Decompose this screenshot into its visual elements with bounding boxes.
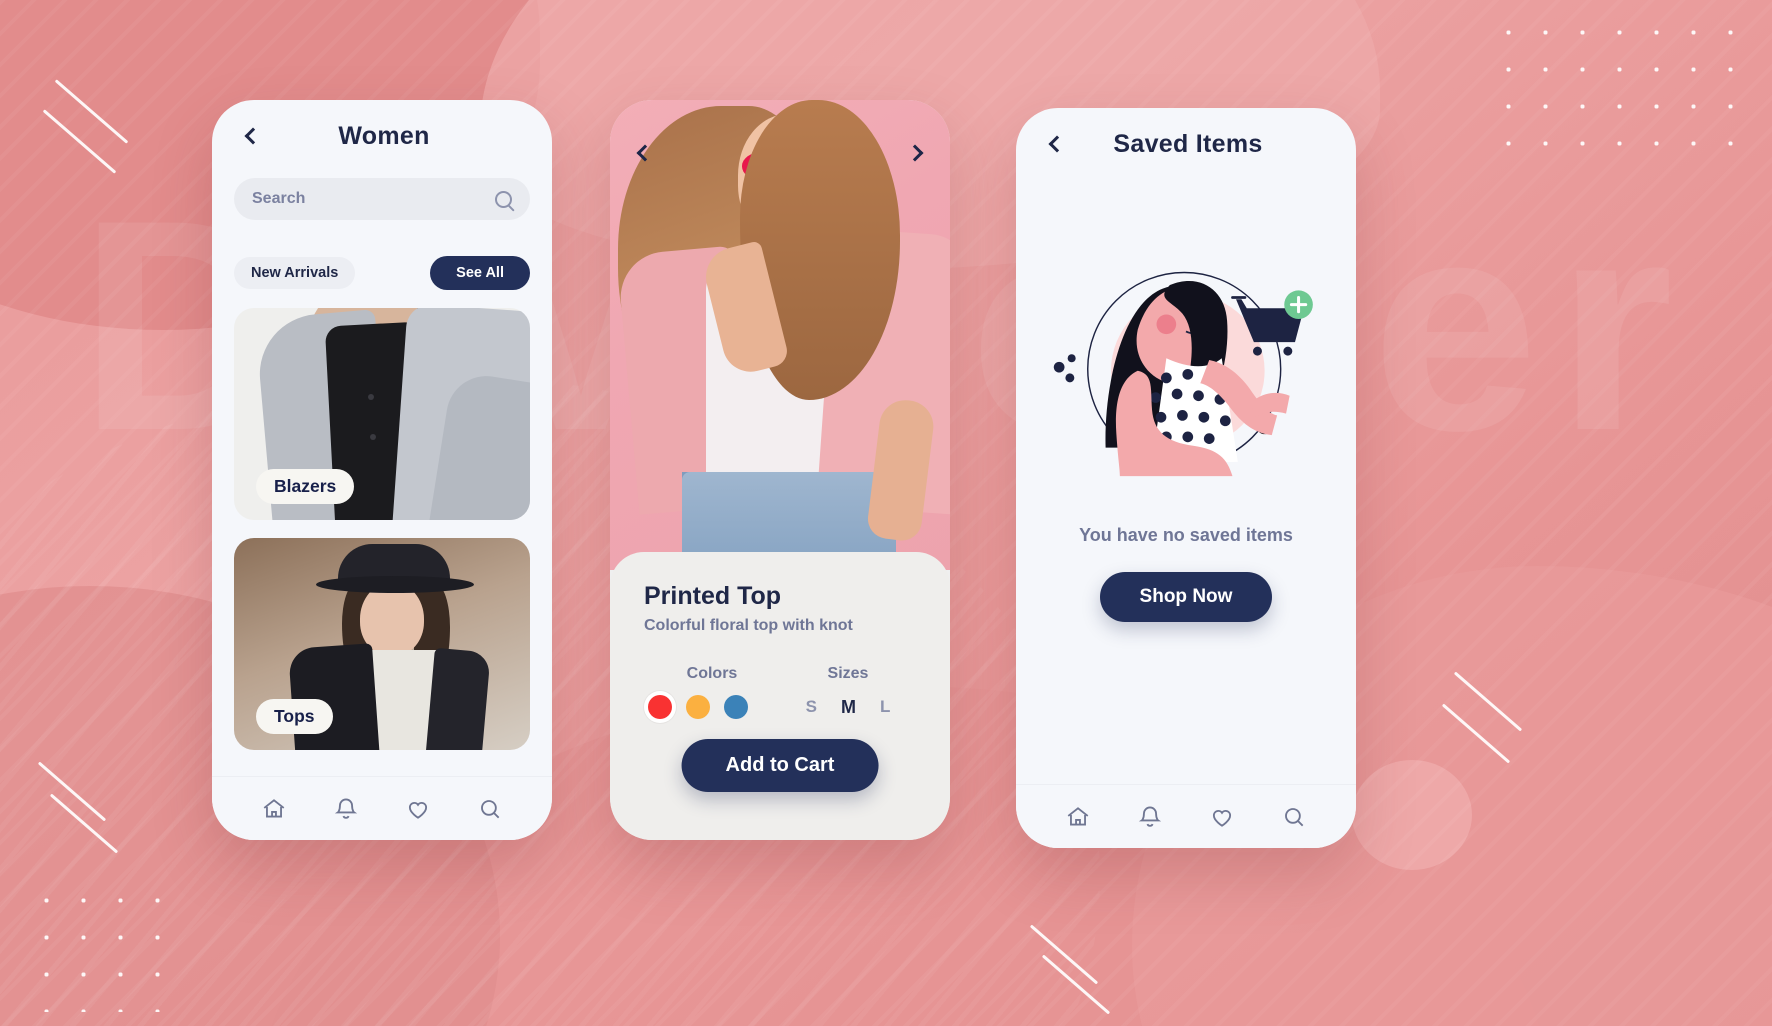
back-button[interactable]: [1040, 129, 1070, 159]
search-icon[interactable]: [1281, 804, 1307, 830]
phone3-header: Saved Items: [1016, 108, 1356, 180]
colors-option-group: Colors: [644, 665, 780, 719]
category-label: Blazers: [256, 469, 355, 504]
product-info-sheet: Printed Top Colorful floral top with kno…: [610, 552, 950, 840]
size-option-l[interactable]: L: [880, 697, 890, 718]
empty-state-message: You have no saved items: [1079, 525, 1293, 545]
category-card-tops[interactable]: Tops: [234, 538, 530, 750]
dot-grid-pattern-top-right: [1490, 14, 1750, 174]
dot-grid-pattern-bottom-left: [28, 882, 178, 1012]
hamburger-menu-icon[interactable]: [502, 121, 528, 151]
size-option-m[interactable]: M: [841, 697, 856, 718]
color-swatch-red[interactable]: [648, 695, 672, 719]
bottom-navigation-bar: [1016, 784, 1356, 848]
search-placeholder: Search: [252, 190, 306, 207]
gallery-next-button[interactable]: [900, 136, 934, 170]
product-name: Printed Top: [644, 582, 782, 610]
shop-now-button[interactable]: Shop Now: [1099, 572, 1273, 622]
bell-icon[interactable]: [333, 796, 359, 822]
phone-screen-saved-items: Saved Items You have no saved items Shop…: [1016, 108, 1356, 848]
section-header-row: New Arrivals See All: [234, 256, 530, 290]
phone-screen-women-category: Women Search New Arrivals See All Blazer…: [212, 100, 552, 840]
phone1-header: Women: [212, 100, 552, 172]
colors-label: Colors: [686, 665, 738, 682]
heart-icon[interactable]: [405, 796, 431, 822]
home-icon[interactable]: [1065, 804, 1091, 830]
color-swatch-blue[interactable]: [724, 695, 748, 719]
search-input[interactable]: Search: [234, 178, 530, 220]
page-title: Saved Items: [1113, 129, 1263, 158]
section-tab-new-arrivals[interactable]: New Arrivals: [234, 257, 356, 289]
category-label: Tops: [256, 699, 333, 734]
back-button[interactable]: [236, 121, 266, 151]
hamburger-menu-icon[interactable]: [1306, 129, 1332, 159]
category-card-blazers[interactable]: Blazers: [234, 308, 530, 520]
see-all-button[interactable]: See All: [430, 256, 530, 290]
home-icon[interactable]: [261, 796, 287, 822]
size-option-list: S M L: [780, 697, 916, 718]
bell-icon[interactable]: [1137, 804, 1163, 830]
gallery-prev-button[interactable]: [626, 136, 660, 170]
empty-state: You have no saved items Shop Now: [1016, 204, 1356, 784]
add-to-cart-button[interactable]: Add to Cart: [681, 739, 879, 792]
phone-screen-product-detail: </> Mr. Mobile App Developer Printed Top…: [610, 100, 950, 840]
product-subtitle: Colorful floral top with knot: [644, 617, 853, 634]
color-swatch-list: [644, 695, 780, 719]
color-swatch-amber[interactable]: [686, 695, 710, 719]
sizes-label: Sizes: [827, 665, 869, 682]
bottom-navigation-bar: [212, 776, 552, 840]
size-option-s[interactable]: S: [806, 697, 817, 718]
heart-icon[interactable]: [1209, 804, 1235, 830]
search-icon[interactable]: [477, 796, 503, 822]
product-options-row: Colors Sizes S M L: [644, 665, 916, 719]
product-image-gallery[interactable]: </> Mr. Mobile App Developer: [610, 100, 950, 570]
search-icon[interactable]: [495, 190, 512, 208]
sizes-option-group: Sizes S M L: [780, 665, 916, 719]
woman-holding-shopping-cart-illustration: [1053, 271, 1313, 477]
page-title: Women: [338, 121, 430, 150]
